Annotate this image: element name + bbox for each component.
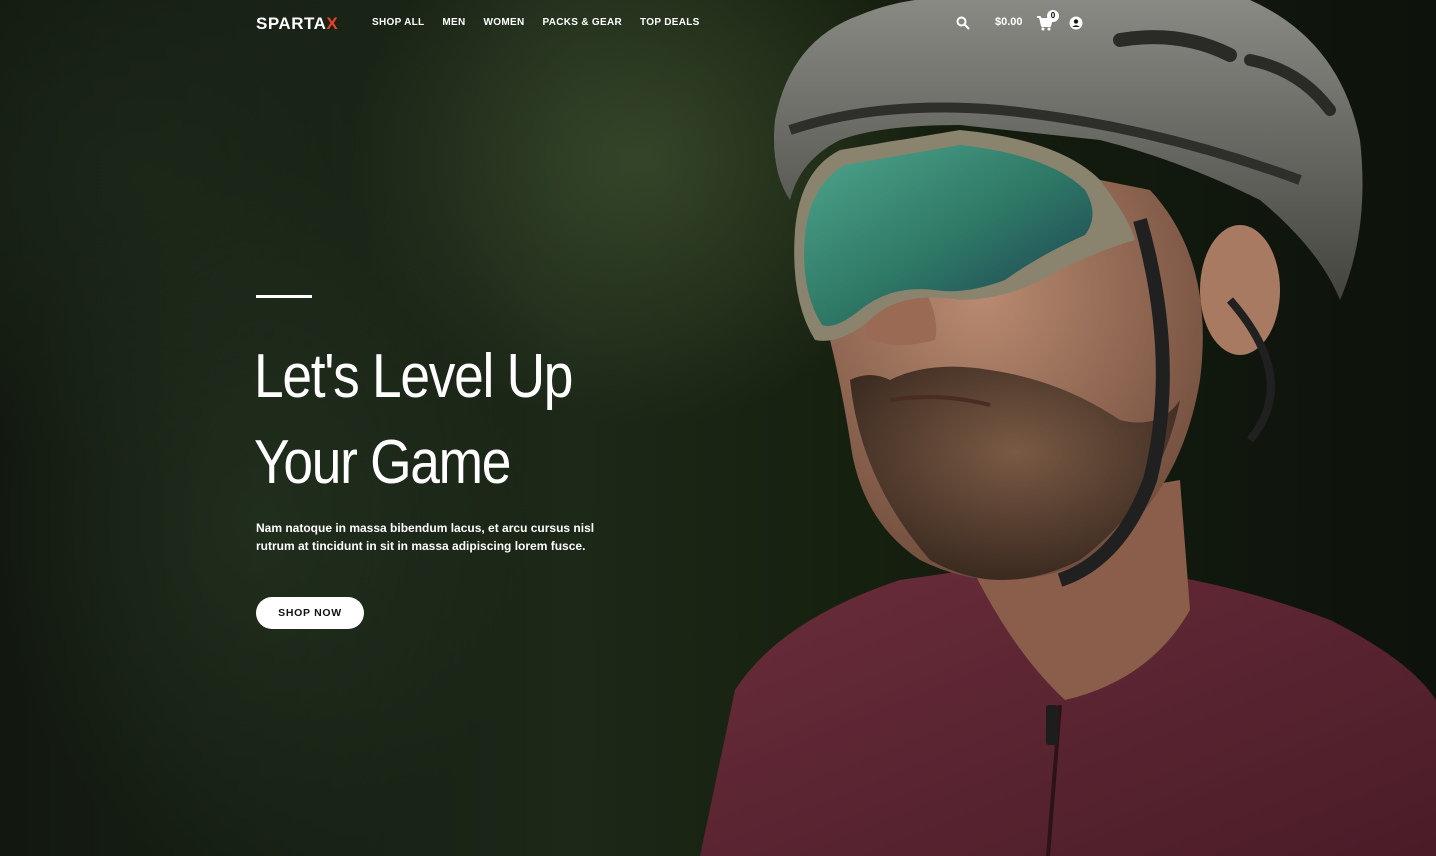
hero-divider bbox=[256, 295, 312, 298]
hero-title: Let's Level Up Your Game bbox=[254, 342, 573, 497]
hero-photo-cyclist bbox=[700, 0, 1436, 856]
nav-women[interactable]: WOMEN bbox=[484, 17, 525, 28]
nav-packs-gear[interactable]: PACKS & GEAR bbox=[542, 17, 622, 28]
search-button[interactable] bbox=[955, 15, 971, 31]
account-icon bbox=[1069, 16, 1083, 30]
nav-men[interactable]: MEN bbox=[442, 17, 465, 28]
nav-top-deals[interactable]: TOP DEALS bbox=[640, 17, 700, 28]
main-nav: SHOP ALL MEN WOMEN PACKS & GEAR TOP DEAL… bbox=[372, 17, 700, 28]
brand-logo[interactable]: SPARTAX bbox=[256, 14, 338, 34]
cart-count-badge: 0 bbox=[1047, 10, 1059, 22]
brand-accent-letter: X bbox=[326, 14, 339, 33]
brand-name: SPARTA bbox=[256, 14, 327, 33]
cart-total[interactable]: $0.00 bbox=[995, 16, 1023, 28]
shop-now-button[interactable]: SHOP NOW bbox=[256, 597, 364, 629]
search-icon bbox=[956, 16, 970, 30]
nav-shop-all[interactable]: SHOP ALL bbox=[372, 17, 424, 28]
hero-description: Nam natoque in massa bibendum lacus, et … bbox=[256, 521, 595, 553]
account-button[interactable] bbox=[1068, 15, 1084, 31]
site-header: SPARTAX SHOP ALL MEN WOMEN PACKS & GEAR … bbox=[0, 0, 1436, 46]
